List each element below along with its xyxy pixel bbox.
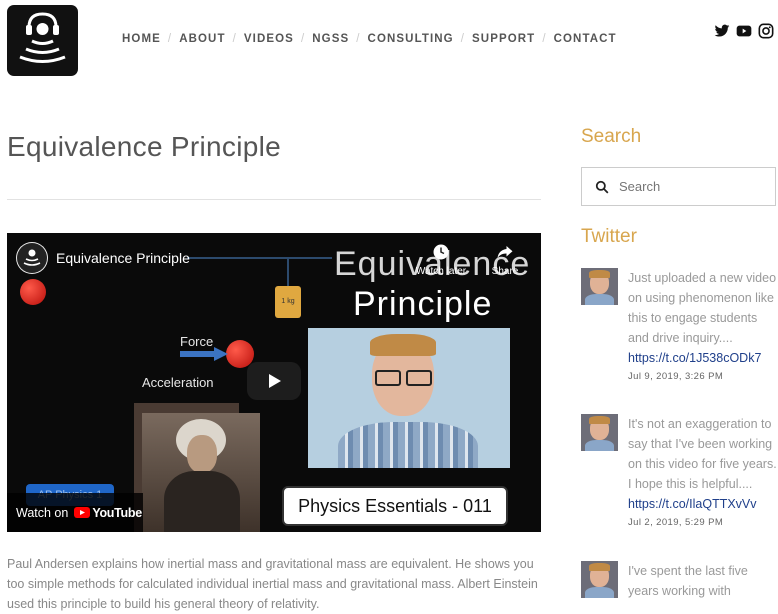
nav-about[interactable]: ABOUT	[179, 33, 225, 45]
twitter-heading: Twitter	[581, 226, 637, 247]
post-description: Paul Andersen explains how inertial mass…	[7, 557, 538, 611]
divider	[7, 199, 541, 200]
nav-separator: /	[542, 33, 547, 45]
watch-later-label: Watch later	[415, 266, 467, 277]
tweet-link[interactable]: https://t.co/1J538cODk7	[628, 351, 761, 365]
twitter-icon[interactable]	[714, 23, 730, 39]
nav-contact[interactable]: CONTACT	[554, 33, 617, 45]
video-player[interactable]: 1 kg Force Acceleration Equivalence Prin…	[7, 233, 541, 532]
nav-separator: /	[356, 33, 361, 45]
watch-on-label: Watch on	[16, 505, 69, 520]
site-logo[interactable]	[7, 5, 78, 76]
nav-ngss[interactable]: NGSS	[312, 33, 349, 45]
weight-1kg: 1 kg	[275, 286, 301, 318]
search-input[interactable]	[617, 178, 771, 195]
caption-text: Physics Essentials - 011	[298, 496, 492, 516]
play-button[interactable]	[247, 362, 301, 400]
youtube-logo-icon	[74, 507, 91, 518]
slide-title-line2: Principle	[353, 285, 493, 323]
share-icon	[497, 246, 513, 258]
headphones-logo-icon	[19, 12, 66, 63]
nav-home[interactable]: HOME	[122, 33, 161, 45]
avatar[interactable]	[581, 414, 618, 451]
video-title[interactable]: Equivalence Principle	[56, 250, 190, 266]
channel-avatar[interactable]	[16, 242, 48, 274]
diagram-line	[187, 257, 332, 259]
page-title: Equivalence Principle	[7, 131, 282, 162]
search-icon	[595, 180, 609, 193]
nav-consulting[interactable]: CONSULTING	[368, 33, 454, 45]
avatar[interactable]	[581, 561, 618, 598]
instagram-icon[interactable]	[758, 23, 774, 39]
share-button[interactable]: Share	[485, 243, 525, 277]
nav-separator: /	[460, 33, 466, 45]
nav-videos[interactable]: VIDEOS	[244, 33, 294, 45]
presenter-image	[308, 328, 510, 468]
tweet-date[interactable]: Jul 9, 2019, 3:26 PM	[628, 370, 778, 384]
einstein-photo	[142, 413, 260, 532]
play-icon	[269, 374, 281, 388]
tweet-text: It's not an exaggeration to say that I'v…	[628, 417, 777, 491]
apple-icon	[20, 279, 46, 305]
tweet-date[interactable]: Jul 2, 2019, 5:29 PM	[628, 516, 778, 530]
tweet-text: I've spent the last five years working w…	[628, 564, 748, 598]
search-box[interactable]	[581, 167, 776, 206]
avatar[interactable]	[581, 268, 618, 305]
youtube-icon[interactable]	[736, 23, 752, 39]
social-links	[714, 23, 774, 39]
nav-separator: /	[300, 33, 306, 45]
search-heading: Search	[581, 126, 642, 147]
nav-separator: /	[232, 33, 237, 45]
channel-logo-icon	[17, 243, 47, 273]
watch-on-youtube-button[interactable]: Watch on YouTube	[7, 493, 143, 532]
caption-box: Physics Essentials - 011	[282, 486, 508, 526]
main-nav: HOME / ABOUT / VIDEOS / NGSS / CONSULTING / S…	[122, 33, 617, 45]
force-arrow-icon	[180, 347, 230, 361]
clock-icon	[433, 244, 449, 260]
nav-support[interactable]: SUPPORT	[472, 33, 535, 45]
youtube-wordmark: YouTube	[92, 505, 142, 520]
acceleration-label: Acceleration	[142, 375, 214, 390]
watch-later-button[interactable]: Watch later	[413, 243, 469, 277]
weight-label: 1 kg	[281, 298, 295, 305]
tweet-link[interactable]: https://t.co/IlaQTTXvVv	[628, 497, 757, 511]
tweet-text: Just uploaded a new video on using pheno…	[628, 271, 777, 345]
nav-separator: /	[167, 33, 173, 45]
share-label: Share	[491, 266, 519, 277]
diagram-line	[287, 257, 289, 287]
